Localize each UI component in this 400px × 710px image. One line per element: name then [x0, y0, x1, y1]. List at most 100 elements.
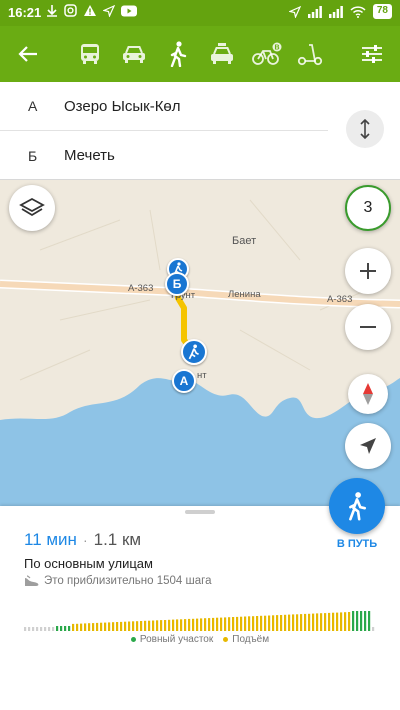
summary-separator: ·	[82, 532, 88, 548]
elevation-bar	[100, 622, 103, 631]
back-button[interactable]	[10, 36, 46, 72]
bus-icon	[81, 44, 99, 64]
road-label-a363-east: А-363	[327, 294, 353, 305]
legend-flat-swatch	[130, 637, 136, 642]
from-letter: А	[28, 98, 38, 114]
transport-mode-toolbar: B	[0, 26, 400, 82]
signal-icon	[307, 5, 322, 18]
elevation-bar	[56, 626, 59, 631]
my-location-button[interactable]	[345, 423, 391, 469]
instagram-icon	[64, 4, 77, 17]
elevation-bar	[48, 627, 51, 631]
mode-bike-button[interactable]: B	[249, 36, 285, 72]
elevation-bar	[368, 611, 371, 631]
wifi-icon	[350, 5, 366, 18]
elevation-bar	[104, 622, 107, 631]
mode-car-button[interactable]	[116, 36, 152, 72]
shoes-icon	[25, 575, 39, 586]
village-label: Бает	[232, 235, 257, 247]
elevation-bar	[188, 618, 191, 631]
route-summary: 11 мин · 1.1 км	[24, 530, 141, 550]
elevation-bar	[244, 616, 247, 631]
elevation-bar	[216, 617, 219, 631]
elevation-bar	[192, 618, 195, 631]
elevation-bar	[28, 627, 31, 631]
elevation-bar	[116, 622, 119, 631]
start-walk-marker[interactable]	[181, 339, 207, 365]
start-navigation-button[interactable]	[329, 478, 385, 534]
elevation-bar	[336, 612, 339, 631]
scooter-icon	[297, 44, 323, 66]
elevation-bar	[284, 614, 287, 631]
legend-uphill-label: Подъём	[232, 634, 270, 645]
elevation-bar	[88, 623, 91, 631]
route-points-panel: А Озеро Ысык-Көл Б Мечеть	[0, 82, 400, 180]
elevation-bar	[312, 613, 315, 631]
layers-count-button[interactable]: 3	[345, 185, 391, 231]
elevation-bar	[352, 611, 355, 631]
elevation-bar	[360, 611, 363, 631]
map-layers-button[interactable]	[9, 185, 55, 231]
elevation-bar	[296, 614, 299, 631]
elevation-bar	[200, 618, 203, 631]
elevation-bar	[120, 621, 123, 631]
elevation-bar	[60, 626, 63, 631]
elevation-bar	[372, 627, 375, 631]
elevation-bar	[172, 619, 175, 631]
elevation-bar	[232, 617, 235, 631]
map-view[interactable]: Бает А-363 Ленина А-363 Грунт нт Б А 3	[0, 180, 400, 506]
elevation-bar	[32, 627, 35, 631]
route-from-field[interactable]: А Озеро Ысык-Көл	[0, 82, 328, 131]
point-b-marker[interactable]: Б	[165, 272, 189, 296]
status-left-icons	[46, 4, 137, 17]
elevation-bar	[168, 619, 171, 631]
elevation-bar	[324, 613, 327, 631]
zoom-in-button[interactable]	[345, 248, 391, 294]
route-distance: 1.1 км	[93, 530, 142, 549]
layers-count: 3	[363, 199, 373, 216]
road-label-a363-west: А-363	[128, 283, 154, 294]
mode-scooter-button[interactable]	[292, 36, 328, 72]
sheet-drag-handle[interactable]	[185, 510, 215, 514]
elevation-bar	[208, 618, 211, 631]
car-icon	[123, 46, 145, 63]
elevation-bar	[92, 623, 95, 631]
start-navigation-label[interactable]: В ПУТЬ	[322, 538, 392, 550]
elevation-bar	[300, 614, 303, 631]
elevation-bar	[80, 623, 83, 631]
elevation-bar	[184, 619, 187, 631]
mode-walk-button[interactable]	[160, 36, 196, 72]
point-a-marker[interactable]: А	[172, 369, 196, 393]
elevation-bar	[340, 612, 343, 631]
elevation-bar	[276, 615, 279, 631]
elevation-bar	[264, 615, 267, 631]
elevation-bar	[248, 616, 251, 631]
elevation-bar	[256, 616, 259, 631]
mode-bus-button[interactable]	[72, 36, 108, 72]
back-arrow-icon	[18, 46, 37, 62]
location-arrow-icon	[360, 438, 376, 454]
elevation-bar	[292, 614, 295, 631]
swap-points-button[interactable]	[346, 110, 384, 148]
from-place-name: Озеро Ысык-Көл	[64, 97, 181, 115]
nav-arrow-icon	[103, 4, 115, 17]
elevation-bar	[212, 617, 215, 631]
place-label-grunt-south: нт	[197, 370, 207, 381]
elevation-bar	[96, 622, 99, 631]
bike-icon: B	[252, 42, 282, 65]
route-to-field[interactable]: Б Мечеть	[0, 131, 328, 180]
route-settings-button[interactable]	[354, 36, 390, 72]
svg-text:B: B	[274, 45, 279, 52]
mode-taxi-button[interactable]	[204, 36, 240, 72]
road-label-lenina: Ленина	[228, 289, 261, 300]
zoom-out-button[interactable]	[345, 304, 391, 350]
compass-button[interactable]	[348, 374, 388, 414]
status-bar: 16:21 78	[0, 0, 400, 26]
elevation-bar	[288, 614, 291, 631]
elevation-bar	[52, 627, 55, 631]
legend-flat-label: Ровный участок	[139, 634, 214, 645]
elevation-bar	[308, 613, 311, 631]
elevation-bar	[108, 622, 111, 631]
elevation-bar	[272, 615, 275, 631]
elevation-bar	[348, 612, 351, 631]
